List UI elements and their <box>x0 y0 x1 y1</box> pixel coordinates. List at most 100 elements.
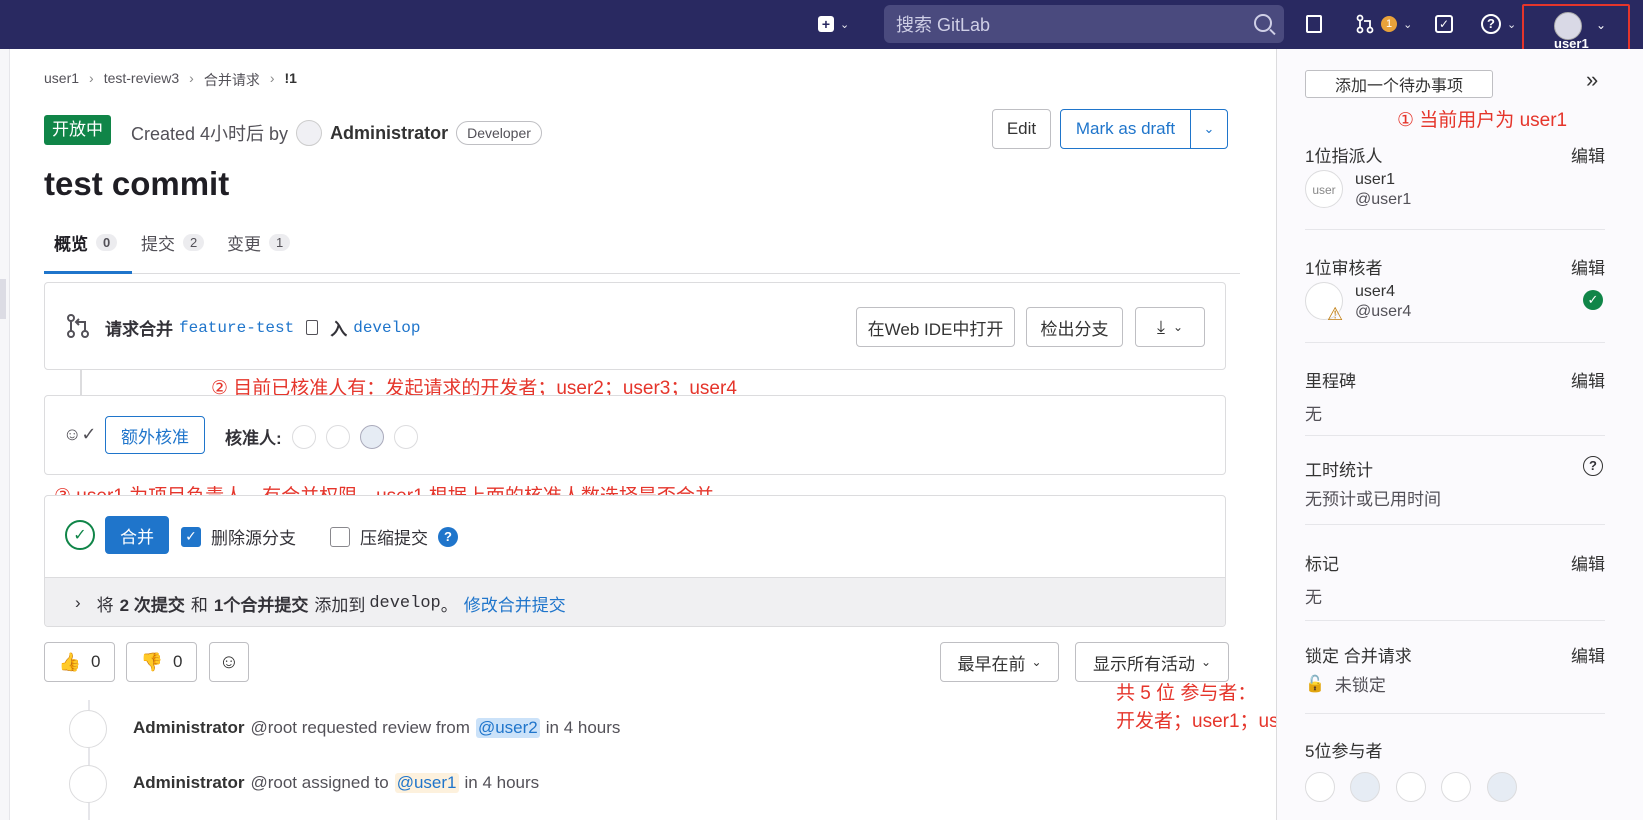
delete-source-checkbox[interactable]: ✓ <box>181 526 201 547</box>
squash-help-icon[interactable]: ? <box>438 526 458 547</box>
new-item-dropdown[interactable]: + ⌄ <box>818 12 849 36</box>
role-badge: Developer <box>456 121 542 145</box>
reviewer-title: 1位审核者 <box>1305 259 1383 278</box>
approvals-panel: ☺✓ 额外核准 核准人: <box>44 395 1226 475</box>
todos-link[interactable]: ✓ <box>1435 12 1453 36</box>
assignee-info[interactable]: user1 @user1 <box>1355 170 1411 210</box>
chevron-down-icon: ⌄ <box>1596 18 1607 32</box>
assignee-avatar[interactable]: user <box>1305 170 1343 208</box>
edit-button[interactable]: Edit <box>992 109 1051 149</box>
breadcrumb-mr-id[interactable]: !1 <box>285 70 297 90</box>
chevron-down-icon: ⌄ <box>1200 655 1212 669</box>
activity-filter-dropdown[interactable]: 显示所有活动 ⌄ <box>1075 642 1229 682</box>
labels-edit-link[interactable]: 编辑 <box>1571 550 1605 575</box>
checkout-branch-button[interactable]: 检出分支 <box>1026 307 1123 347</box>
collapse-sidebar-icon[interactable]: » <box>1586 67 1598 93</box>
squash-checkbox[interactable] <box>330 526 350 547</box>
search-input[interactable]: 搜索 GitLab <box>884 5 1284 43</box>
participant-avatar[interactable] <box>1486 772 1517 802</box>
tab-commits[interactable]: 提交 2 <box>141 230 205 255</box>
sort-dropdown[interactable]: 最早在前 ⌄ <box>940 642 1059 682</box>
add-reaction-button[interactable]: ☺ <box>209 642 249 682</box>
chevron-down-icon: ⌄ <box>1403 18 1413 31</box>
author-name[interactable]: Administrator <box>330 123 448 144</box>
breadcrumb-user[interactable]: user1 <box>44 70 79 90</box>
reviewer-edit-link[interactable]: 编辑 <box>1571 254 1605 279</box>
tab-changes[interactable]: 变更 1 <box>227 230 291 255</box>
request-merge-label: 请求合并 <box>105 320 173 339</box>
milestone-edit-link[interactable]: 编辑 <box>1571 367 1605 392</box>
source-branch[interactable]: feature-test <box>179 319 294 337</box>
target-branch[interactable]: develop <box>353 319 420 337</box>
activity-author[interactable]: Administrator <box>133 773 244 793</box>
merge-button[interactable]: 合并 <box>105 516 169 554</box>
extra-approve-button[interactable]: 额外核准 <box>105 416 205 454</box>
modify-merge-commit-link[interactable]: 修改合并提交 <box>464 591 566 616</box>
participant-avatar[interactable] <box>1441 772 1472 802</box>
activity-time: in 4 hours <box>464 773 540 792</box>
left-sidebar-collapsed <box>0 49 10 820</box>
user-mention[interactable]: @user2 <box>475 718 540 738</box>
approver-avatar[interactable] <box>359 424 384 449</box>
unlock-icon: 🔓 <box>1305 675 1325 693</box>
right-sidebar: 添加一个待办事项 » ① 当前用户为 user1 1位指派人 编辑 user u… <box>1276 49 1643 820</box>
author-avatar[interactable] <box>296 120 323 146</box>
labels-title: 标记 <box>1305 555 1339 574</box>
copy-icon[interactable] <box>306 320 319 335</box>
thumbs-down-button[interactable]: 👎 0 <box>126 642 197 682</box>
tab-label: 概览 <box>54 235 88 254</box>
time-tracking-section: 工时统计 ? 无预计或已用时间 <box>1305 456 1605 525</box>
search-icon <box>1254 14 1272 32</box>
merge-summary: › 将 2 次提交 和 1个合并提交 添加到 develop。 修改合并提交 <box>45 577 1225 626</box>
participant-avatar[interactable] <box>1305 772 1335 802</box>
participant-avatar[interactable] <box>1395 772 1426 802</box>
summary-text: 将 <box>96 595 114 615</box>
approvers-label: 核准人: <box>225 429 282 448</box>
todo-check-icon: ✓ <box>1435 15 1453 33</box>
breadcrumb-separator-icon: › <box>189 70 194 86</box>
summary-commits: 2 次提交 <box>119 595 185 615</box>
expand-chevron-icon[interactable]: › <box>75 593 81 613</box>
draft-options-dropdown[interactable]: ⌄ <box>1190 109 1228 149</box>
milestone-section: 里程碑 编辑 无 <box>1305 367 1605 436</box>
assignee-title: 1位指派人 <box>1305 147 1383 166</box>
filter-label: 显示所有活动 <box>1092 654 1195 674</box>
help-circle-icon[interactable]: ? <box>1583 456 1603 476</box>
download-dropdown[interactable]: ⤓ ⌄ <box>1135 307 1205 347</box>
squash-label: 压缩提交 <box>360 529 428 548</box>
left-sidebar-toggle[interactable] <box>0 279 6 319</box>
assignee-edit-link[interactable]: 编辑 <box>1571 142 1605 167</box>
mark-as-draft-button[interactable]: Mark as draft <box>1060 109 1191 149</box>
approver-avatar[interactable] <box>325 424 350 449</box>
merge-request-icon <box>1356 14 1374 34</box>
breadcrumb-merge-requests[interactable]: 合并请求 <box>204 70 260 90</box>
activity-item: Administrator @root requested review fro… <box>133 718 620 738</box>
lock-value: 未锁定 <box>1334 676 1386 695</box>
tab-label: 提交 <box>141 235 175 254</box>
milestone-title: 里程碑 <box>1305 372 1356 391</box>
reviewer-section: 1位审核者 编辑 ⚠ user4 @user4 ✓ <box>1305 254 1605 343</box>
chevron-down-icon: ⌄ <box>1172 320 1184 334</box>
add-todo-button[interactable]: 添加一个待办事项 <box>1305 70 1493 98</box>
issues-link[interactable] <box>1306 12 1322 36</box>
reviewer-name: user4 <box>1355 283 1396 300</box>
thumbs-up-button[interactable]: 👍 0 <box>44 642 115 682</box>
summary-merge-commit: 1个合并提交 <box>213 595 309 615</box>
approver-avatar[interactable] <box>291 424 316 449</box>
tab-overview[interactable]: 概览 0 <box>54 230 118 255</box>
breadcrumb-project[interactable]: test-review3 <box>104 70 179 90</box>
breadcrumb-separator-icon: › <box>269 70 275 86</box>
warning-icon: ⚠ <box>1327 304 1344 324</box>
chevron-down-icon: ⌄ <box>1031 655 1042 669</box>
widget-connector <box>80 370 82 396</box>
approver-avatar[interactable] <box>393 424 418 449</box>
reviewer-info[interactable]: user4 @user4 <box>1355 282 1411 322</box>
merge-requests-dropdown[interactable]: 1 ⌄ <box>1355 12 1412 36</box>
participant-avatar[interactable] <box>1350 772 1381 802</box>
open-web-ide-button[interactable]: 在Web IDE中打开 <box>856 307 1015 347</box>
lock-edit-link[interactable]: 编辑 <box>1571 642 1605 667</box>
help-dropdown[interactable]: ? ⌄ <box>1481 12 1516 36</box>
user-mention[interactable]: @user1 <box>394 773 459 793</box>
activity-author[interactable]: Administrator <box>133 718 244 738</box>
page-title: test commit <box>44 165 230 202</box>
